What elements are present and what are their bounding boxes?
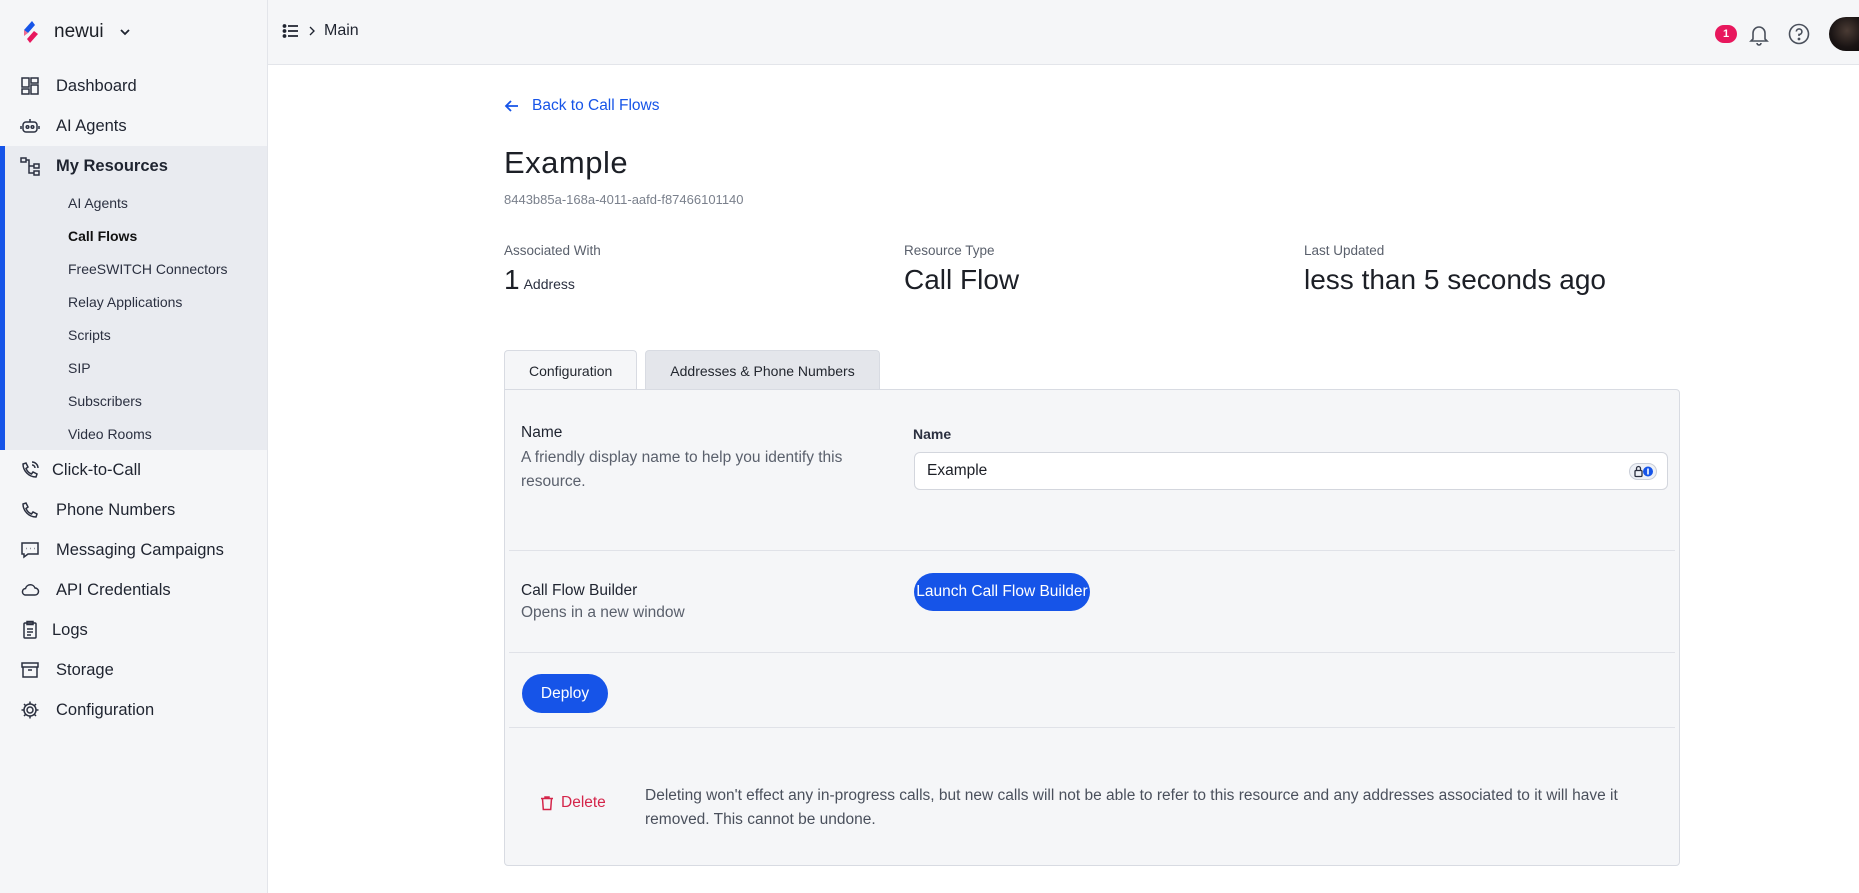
cloud-icon <box>20 580 40 600</box>
sidebar-item-my-resources[interactable]: My Resources <box>5 146 267 186</box>
bell-icon[interactable] <box>1747 22 1771 46</box>
workspace-name: newui <box>54 21 104 42</box>
section-description: Opens in a new window <box>521 604 685 621</box>
arrow-left-icon <box>504 100 518 112</box>
deploy-button[interactable]: Deploy <box>522 674 608 713</box>
tab-configuration[interactable]: Configuration <box>504 350 638 391</box>
sidebar-subitem-subscribers[interactable]: Subscribers <box>5 384 267 417</box>
sidebar-item-storage[interactable]: Storage <box>0 650 267 690</box>
notification-count-badge: 1 <box>1715 25 1737 43</box>
phone-icon <box>20 500 40 520</box>
sidebar-item-label: Storage <box>56 660 114 679</box>
stat-value: less than 5 seconds ago <box>1304 264 1606 295</box>
sidebar-item-click-to-call[interactable]: Click-to-Call <box>0 450 267 490</box>
stat-label: Last Updated <box>1304 243 1385 258</box>
stat-value: Call Flow <box>904 264 1020 295</box>
top-bar: Main 1 <box>268 0 1859 65</box>
name-section: Name A friendly display name to help you… <box>509 390 1675 551</box>
sidebar-item-phone-numbers[interactable]: Phone Numbers <box>0 490 267 530</box>
stat-label: Associated With <box>504 243 601 258</box>
dashboard-icon <box>20 76 40 96</box>
sidebar-subitem-freeswitch-connectors[interactable]: FreeSWITCH Connectors <box>5 252 267 285</box>
workspace-switcher[interactable]: newui <box>20 18 132 46</box>
sidebar-item-messaging-campaigns[interactable]: Messaging Campaigns <box>0 530 267 570</box>
name-field-label: Name <box>913 426 952 442</box>
resources-icon <box>20 156 40 176</box>
sidebar-item-api-credentials[interactable]: API Credentials <box>0 570 267 610</box>
top-bar-actions: 1 <box>1715 17 1859 51</box>
name-input-value: Example <box>927 462 988 479</box>
sidebar-nav: Dashboard AI Agents My Resources AI Agen… <box>0 66 267 730</box>
list-icon[interactable] <box>282 22 300 40</box>
sidebar-item-label: API Credentials <box>56 580 171 599</box>
stat-value: 1 Address <box>504 264 601 296</box>
trash-icon <box>541 796 553 811</box>
stat-resource-type: Resource Type Call Flow <box>904 243 1019 296</box>
delete-label: Delete <box>561 794 606 811</box>
archive-icon <box>20 660 40 680</box>
section-label: Call Flow Builder <box>521 582 638 599</box>
sidebar-subitem-ai-agents[interactable]: AI Agents <box>5 186 267 219</box>
stat-last-updated: Last Updated less than 5 seconds ago <box>1304 243 1606 296</box>
sidebar-item-logs[interactable]: Logs <box>0 610 267 650</box>
resource-tabs: Configuration Addresses & Phone Numbers <box>504 350 880 391</box>
associated-unit: Address <box>523 276 575 292</box>
sidebar: newui Dashboard AI Agents My Resources A… <box>0 0 268 893</box>
sidebar-subitem-scripts[interactable]: Scripts <box>5 318 267 351</box>
delete-warning-text: Deleting won't effect any in-progress ca… <box>645 787 1618 828</box>
sidebar-item-label: Logs <box>52 620 88 639</box>
section-description: A friendly display name to help you iden… <box>521 449 843 490</box>
launch-call-flow-builder-button[interactable]: Launch Call Flow Builder <box>914 573 1090 611</box>
gear-icon <box>20 700 40 720</box>
chevron-right-icon <box>309 26 315 36</box>
back-link[interactable]: Back to Call Flows <box>504 97 659 115</box>
help-icon[interactable] <box>1787 22 1811 46</box>
sidebar-subitem-relay-applications[interactable]: Relay Applications <box>5 285 267 318</box>
sidebar-item-label: Dashboard <box>56 76 137 95</box>
delete-button[interactable]: Delete <box>539 794 606 812</box>
associated-count: 1 <box>504 264 520 295</box>
password-manager-icon[interactable] <box>1629 463 1657 480</box>
builder-section: Call Flow Builder Opens in a new window … <box>509 551 1675 653</box>
phone-wave-icon <box>20 460 40 480</box>
sidebar-item-dashboard[interactable]: Dashboard <box>0 66 267 106</box>
sidebar-item-configuration[interactable]: Configuration <box>0 690 267 730</box>
breadcrumb-current[interactable]: Main <box>324 22 359 40</box>
message-icon <box>20 540 40 560</box>
sidebar-subitem-sip[interactable]: SIP <box>5 351 267 384</box>
sidebar-item-label: My Resources <box>56 156 168 175</box>
clipboard-icon <box>20 620 40 640</box>
robot-icon <box>20 116 40 136</box>
sidebar-item-label: Configuration <box>56 700 155 719</box>
brand-logo <box>24 21 38 43</box>
stat-associated-with: Associated With 1 Address <box>504 243 601 296</box>
section-label: Name <box>521 424 563 441</box>
sidebar-subitem-video-rooms[interactable]: Video Rooms <box>5 417 267 450</box>
stat-label: Resource Type <box>904 243 995 258</box>
name-input[interactable]: Example <box>914 452 1668 490</box>
back-link-label: Back to Call Flows <box>532 97 660 114</box>
resource-id: 8443b85a-168a-4011-aafd-f87466101140 <box>504 192 744 207</box>
sidebar-subitem-call-flows[interactable]: Call Flows <box>5 219 267 252</box>
sidebar-group-my-resources: My Resources AI Agents Call Flows FreeSW… <box>0 146 267 450</box>
deploy-section: Deploy <box>509 653 1675 728</box>
sidebar-item-label: Phone Numbers <box>56 500 176 519</box>
breadcrumb: Main <box>282 22 359 40</box>
sidebar-item-ai-agents[interactable]: AI Agents <box>0 106 267 146</box>
page-title: Example <box>504 145 629 180</box>
tab-addresses-phone-numbers[interactable]: Addresses & Phone Numbers <box>645 350 880 390</box>
chevron-down-icon <box>120 29 130 36</box>
configuration-panel: Name A friendly display name to help you… <box>504 389 1680 866</box>
user-avatar[interactable] <box>1829 17 1859 51</box>
sidebar-item-label: Messaging Campaigns <box>56 540 224 559</box>
sidebar-item-label: AI Agents <box>56 116 127 135</box>
sidebar-item-label: Click-to-Call <box>52 460 141 479</box>
